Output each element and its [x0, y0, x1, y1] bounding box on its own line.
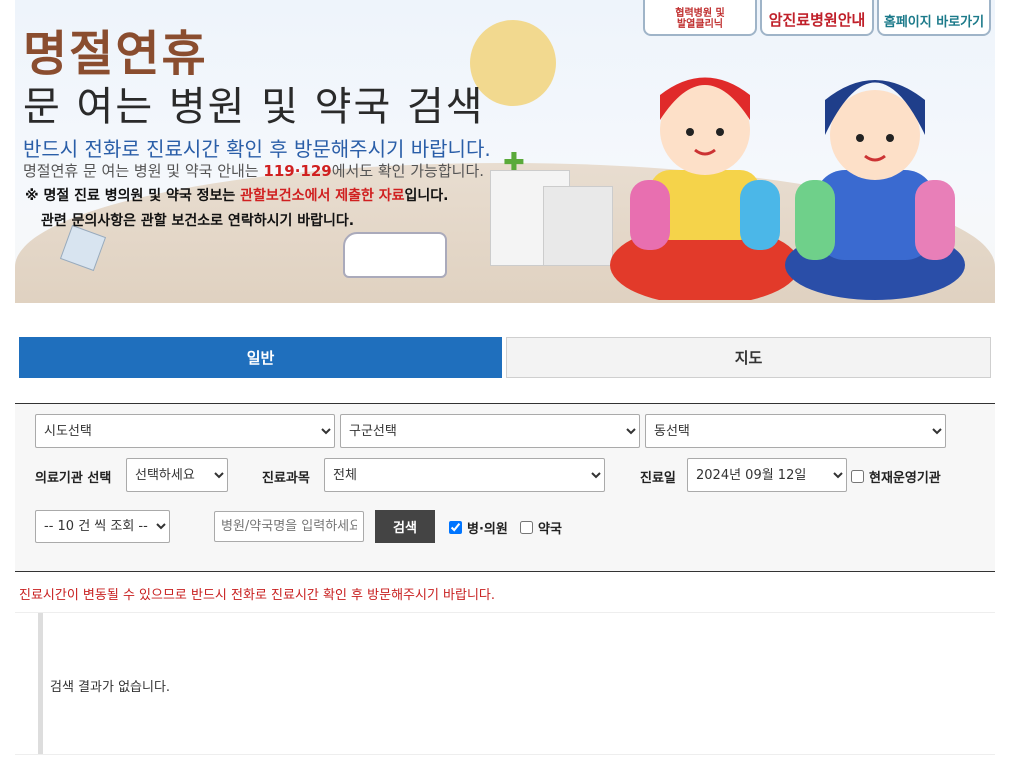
cancer-hospital-link[interactable]: 암진료병원안내	[760, 0, 874, 36]
date-select[interactable]: 2024년 09월 12일	[687, 458, 847, 492]
search-results: 검색 결과가 없습니다.	[15, 612, 995, 755]
partner-hospital-link[interactable]: 협력병원 및 발열클리닉	[643, 0, 757, 36]
banner-source-highlight: 관할보건소에서 제출한 자료	[240, 188, 405, 204]
hours-change-notice: 진료시간이 변동될 수 있으므로 반드시 전화로 진료시간 확인 후 방문해주시…	[19, 588, 496, 603]
gugun-select[interactable]: 구군선택	[340, 414, 640, 448]
hospital-filter-toggle[interactable]: 병·의원	[449, 518, 508, 537]
current-operating-checkbox[interactable]	[851, 470, 864, 483]
institution-label: 의료기관 선택	[35, 471, 112, 486]
holiday-banner: ✚ 명절연휴 문 여는 병원 및 약국 검색 반드시 전화로 진료시간 확인 후…	[15, 0, 995, 303]
no-results-message: 검색 결과가 없습니다.	[50, 680, 171, 695]
banner-119-post: 에서도 확인 가능합니다.	[331, 162, 485, 180]
boy-hanbok-illustration	[785, 80, 965, 300]
hospital-checkbox[interactable]	[449, 521, 462, 534]
keyword-input[interactable]	[214, 511, 364, 542]
tab-map[interactable]: 지도	[506, 337, 991, 378]
girl-hanbok-illustration	[610, 77, 800, 300]
page: ✚ 명절연휴 문 여는 병원 및 약국 검색 반드시 전화로 진료시간 확인 후…	[0, 0, 1036, 759]
result-side-bar	[38, 613, 43, 754]
tab-general[interactable]: 일반	[19, 337, 502, 378]
current-operating-toggle[interactable]: 현재운영기관	[851, 467, 941, 486]
dong-select[interactable]: 동선택	[645, 414, 946, 448]
banner-119-pre: 명절연휴 문 여는 병원 및 약국 안내는	[23, 162, 264, 180]
pharmacy-checkbox[interactable]	[520, 521, 533, 534]
pharmacy-filter-toggle[interactable]: 약국	[520, 518, 562, 537]
homepage-link[interactable]: 홈페이지 바로가기	[877, 0, 991, 36]
department-label: 진료과목	[262, 471, 310, 486]
banner-source-post: 입니다.	[404, 188, 449, 204]
department-select[interactable]: 전체	[324, 458, 605, 492]
banner-119-highlight: 119·129	[263, 162, 332, 180]
current-operating-label: 현재운영기관	[869, 471, 941, 486]
banner-subtitle: 문 여는 병원 및 약국 검색	[23, 84, 485, 130]
sido-select[interactable]: 시도선택	[35, 414, 335, 448]
institution-select[interactable]: 선택하세요	[126, 458, 228, 492]
banner-contact-notice: 관련 문의사항은 관할 보건소로 연락하시기 바랍니다.	[41, 213, 355, 229]
hospital-filter-label: 병·의원	[467, 522, 508, 537]
banner-quick-links: 협력병원 및 발열클리닉 암진료병원안내 홈페이지 바로가기	[643, 0, 991, 36]
page-size-select[interactable]: -- 10 건 씩 조회 --	[35, 510, 170, 543]
hospital-building-illustration-2	[543, 186, 613, 266]
banner-source-pre: ※ 명절 진료 병의원 및 약국 정보는	[25, 188, 241, 204]
view-tabs: 일반 지도	[19, 337, 991, 378]
banner-call-notice: 반드시 전화로 진료시간 확인 후 방문해주시기 바랍니다.	[23, 137, 491, 161]
search-panel: 시도선택 구군선택 동선택 의료기관 선택 선택하세요 진료과목 전체 진료일 …	[15, 403, 995, 572]
search-button[interactable]: 검색	[375, 510, 435, 543]
pharmacy-filter-label: 약국	[538, 522, 562, 537]
date-label: 진료일	[640, 471, 676, 486]
banner-119-notice: 명절연휴 문 여는 병원 및 약국 안내는 119·129에서도 확인 가능합니…	[23, 160, 484, 181]
ambulance-illustration	[343, 232, 447, 278]
banner-source-notice: ※ 명절 진료 병의원 및 약국 정보는 관할보건소에서 제출한 자료입니다.	[25, 185, 448, 205]
